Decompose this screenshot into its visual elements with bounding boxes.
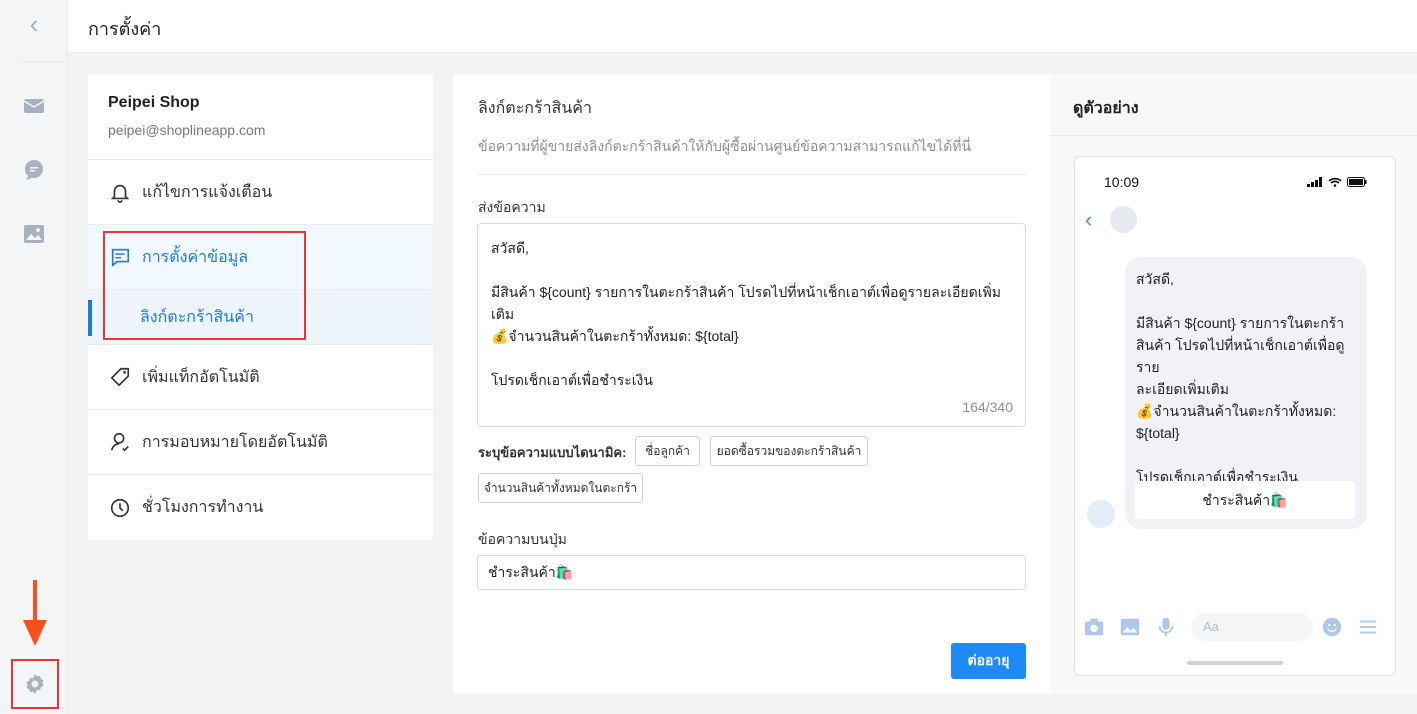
menu-icon[interactable] <box>1357 616 1379 638</box>
char-counter: 164/340 <box>962 399 1013 415</box>
image-icon[interactable] <box>1119 616 1141 638</box>
menu-item-label: แก้ไขการแจ้งเตือน <box>142 183 273 201</box>
message-line: สวัสดี, <box>491 240 529 256</box>
dynamic-label: ระบุข้อความแบบไดนามิค: <box>478 445 627 460</box>
bubble-line: สินค้า โปรดไปที่หน้าเช็กเอาต์เพื่อดูราย <box>1136 337 1345 375</box>
chip-item-count[interactable]: จำนวนสินค้าทั้งหมดในตะกร้า <box>478 473 643 503</box>
emoji-icon[interactable] <box>1321 616 1343 638</box>
image-icon[interactable] <box>22 222 46 246</box>
message-input[interactable]: Aa <box>1191 613 1313 641</box>
chip-cart-total[interactable]: ยอดซื้อรวมของตะกร้าสินค้า <box>710 436 868 466</box>
avatar <box>1110 206 1137 233</box>
menu-item-auto-tag[interactable]: เพิ่มแท็กอัตโนมัติ <box>88 345 433 410</box>
menu-item-auto-assign[interactable]: การมอบหมายโดยอัตโนมัติ <box>88 410 433 475</box>
form-title: ลิงก์ตะกร้าสินค้า <box>478 100 592 117</box>
clock-icon <box>108 496 132 520</box>
tag-icon <box>108 365 132 389</box>
menu-item-label: เพิ่มแท็กอัตโนมัติ <box>142 368 260 386</box>
home-indicator <box>1187 661 1283 665</box>
message-textarea[interactable]: สวัสดี, มีสินค้า ${count} รายการในตะกร้า… <box>477 223 1026 427</box>
wifi-icon <box>1328 177 1342 187</box>
chevron-left-icon[interactable]: ‹ <box>1085 207 1092 233</box>
signal-icon <box>1307 177 1322 187</box>
menu-item-notifications[interactable]: แก้ไขการแจ้งเตือน <box>88 160 433 225</box>
settings-button[interactable] <box>11 659 59 709</box>
message-line: มีสินค้า ${count} รายการในตะกร้าสินค้า โ… <box>491 284 1001 322</box>
cart-link-form: ลิงก์ตะกร้าสินค้า ข้อความที่ผู้ขายส่งลิง… <box>453 74 1050 694</box>
message-bubble: สวัสดี, มีสินค้า ${count} รายการในตะกร้า… <box>1125 257 1367 529</box>
battery-icon <box>1347 177 1367 187</box>
user-icon <box>108 430 132 454</box>
form-description: ข้อความที่ผู้ขายส่งลิงก์ตะกร้าสินค้าให้ก… <box>478 138 972 154</box>
mail-icon[interactable] <box>22 94 46 118</box>
left-rail: ‹ <box>0 0 68 714</box>
menu-item-label: การมอบหมายโดยอัตโนมัติ <box>142 433 328 451</box>
shop-name: Peipei Shop <box>108 94 200 111</box>
menu-item-working-hours[interactable]: ชั่วโมงการทำงาน <box>88 475 433 540</box>
pay-button[interactable]: ชำระสินค้า🛍️ <box>1135 481 1355 519</box>
status-time: 10:09 <box>1104 174 1140 190</box>
menu-item-label: ชั่วโมงการทำงาน <box>142 499 264 516</box>
bell-icon <box>108 180 132 204</box>
button-text-input[interactable]: ชำระสินค้า🛍️ <box>477 555 1026 590</box>
bubble-line: มีสินค้า ${count} รายการในตะกร้า <box>1136 315 1345 331</box>
chip-customer-name[interactable]: ชื่อลูกค้า <box>635 436 700 466</box>
highlight-box <box>103 231 306 340</box>
preview-panel: ดูตัวอย่าง 10:09 ‹ สวัสดี, มีสินค้า ${co… <box>1050 74 1417 694</box>
gear-icon <box>26 674 44 694</box>
top-bar: การตั้งค่า <box>68 0 1417 53</box>
message-line: 💰จำนวนสินค้าในตะกร้าทั้งหมด: ${total} <box>491 328 739 344</box>
shop-email: peipei@shoplineapp.com <box>108 122 266 138</box>
chat-toolbar: Aa <box>1083 612 1389 642</box>
divider <box>478 174 1026 175</box>
message-label: ส่งข้อความ <box>478 199 546 215</box>
bubble-line: ${total} <box>1136 425 1180 441</box>
button-text-label: ข้อความบนปุ่ม <box>478 531 567 547</box>
avatar <box>1087 500 1115 528</box>
bubble-line: 💰จำนวนสินค้าในตะกร้าทั้งหมด: <box>1136 403 1337 419</box>
bubble-line: ละเอียดเพิ่มเติม <box>1136 381 1229 397</box>
save-button[interactable]: ต่ออายุ <box>951 643 1026 679</box>
chat-icon[interactable] <box>22 158 46 182</box>
camera-icon[interactable] <box>1083 616 1105 638</box>
preview-title: ดูตัวอย่าง <box>1050 74 1417 136</box>
status-icons <box>1307 177 1367 187</box>
arrow-down-icon <box>23 580 47 646</box>
microphone-icon[interactable] <box>1155 616 1177 638</box>
page-title: การตั้งค่า <box>88 19 162 39</box>
chevron-left-icon[interactable]: ‹ <box>22 10 68 62</box>
message-line: โปรดเช็กเอาต์เพื่อชำระเงิน <box>491 372 653 388</box>
shop-info: Peipei Shop peipei@shoplineapp.com <box>88 74 433 160</box>
phone-mockup: 10:09 ‹ สวัสดี, มีสินค้า ${count} รายการ… <box>1074 156 1396 676</box>
bubble-line: สวัสดี, <box>1136 271 1174 287</box>
